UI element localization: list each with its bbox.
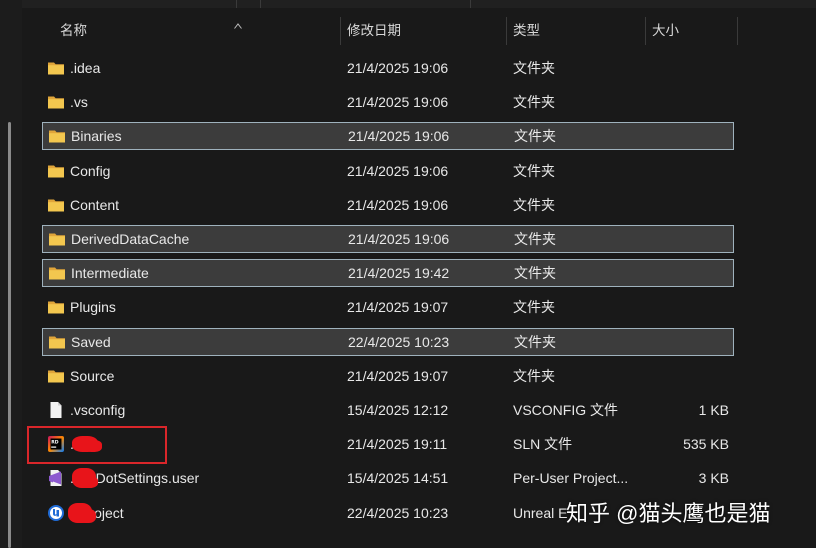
file-date: 21/4/2025 19:06: [347, 162, 449, 179]
file-date: 21/4/2025 19:06: [348, 128, 450, 145]
file-name: Config: [70, 162, 111, 179]
file-row[interactable]: Content 21/4/2025 19:06 文件夹: [42, 191, 734, 219]
file-row[interactable]: Saved 22/4/2025 10:23 文件夹: [42, 327, 734, 356]
column-header-type[interactable]: 类型: [513, 17, 540, 45]
file-date: 21/4/2025 19:06: [347, 196, 449, 213]
file-date: 22/4/2025 10:23: [348, 333, 450, 350]
file-size: [643, 259, 730, 287]
file-date: 21/4/2025 19:06: [348, 231, 450, 247]
file-size: [642, 362, 729, 390]
file-type: 文件夹: [514, 265, 556, 282]
file-size: [643, 225, 730, 253]
file-row[interactable]: .vs 21/4/2025 19:06 文件夹: [42, 88, 734, 116]
file-row[interactable]: Config 21/4/2025 19:06 文件夹: [42, 157, 734, 185]
file-size: [642, 293, 729, 321]
file-name: .idea: [70, 60, 101, 76]
file-row[interactable]: Plugins 21/4/2025 19:07 文件夹: [42, 293, 734, 321]
toolbar-divider: [470, 0, 471, 8]
sort-ascending-icon: [234, 23, 242, 29]
scrollbar-thumb[interactable]: [8, 122, 11, 548]
folder-icon: [48, 127, 66, 145]
folder-icon: [48, 333, 66, 351]
file-date: 21/4/2025 19:07: [347, 367, 449, 384]
watermark: 知乎 @猫头鹰也是猫: [566, 501, 771, 526]
file-name: .vsconfig: [70, 402, 126, 418]
file-size: [643, 328, 730, 356]
file-date: 15/4/2025 14:51: [347, 470, 449, 487]
toolbar-divider: [260, 0, 261, 8]
file-type: VSCONFIG 文件: [513, 402, 619, 418]
file-size: [642, 54, 729, 82]
file-row[interactable]: DerivedDataCache 21/4/2025 19:06 文件夹: [42, 225, 734, 253]
file-type: 文件夹: [513, 94, 555, 111]
file-type: 文件夹: [514, 128, 556, 145]
folder-icon: [47, 59, 65, 77]
file-size: [642, 157, 729, 185]
file-name: Content: [70, 196, 120, 213]
redaction-mark: [78, 476, 98, 489]
file-type: 文件夹: [513, 60, 555, 76]
file-date: 15/4/2025 12:12: [347, 402, 449, 418]
file-name: .vs: [70, 94, 88, 111]
file-name: Saved: [71, 333, 111, 350]
file-size: [642, 191, 729, 219]
file-type: 文件夹: [513, 299, 555, 316]
file-row[interactable]: .vsconfig 15/4/2025 12:12 VSCONFIG 文件 1 KB: [42, 396, 734, 424]
file-row[interactable]: Source 21/4/2025 19:07 文件夹: [42, 362, 734, 390]
unreal-engine-icon: [47, 504, 65, 522]
top-toolbar-strip: [0, 0, 816, 8]
column-header-name[interactable]: 名称: [60, 17, 87, 45]
column-header: 名称 修改日期 类型 大小: [42, 17, 738, 45]
file-type: SLN 文件: [513, 436, 573, 453]
file-type: 文件夹: [513, 162, 555, 179]
file-date: 22/4/2025 10:23: [347, 504, 449, 521]
file-row[interactable]: Binaries 21/4/2025 19:06 文件夹: [42, 122, 734, 151]
file-date: 21/4/2025 19:06: [347, 94, 449, 111]
file-type: 文件夹: [514, 231, 556, 247]
file-size: [643, 122, 730, 150]
file-size: 535 KB: [683, 436, 729, 453]
column-header-size[interactable]: 大小: [652, 17, 679, 45]
folder-icon: [48, 230, 66, 248]
column-header-date[interactable]: 修改日期: [347, 17, 401, 45]
file-name: Source: [70, 367, 115, 384]
file-name: Binaries: [71, 128, 122, 145]
column-divider[interactable]: [506, 17, 507, 45]
folder-icon: [47, 298, 65, 316]
file-row[interactable]: Intermediate 21/4/2025 19:42 文件夹: [42, 259, 734, 288]
file-size: 1 KB: [698, 402, 729, 418]
folder-icon: [47, 196, 65, 214]
file-date: 21/4/2025 19:06: [347, 60, 449, 76]
file-date: 21/4/2025 19:07: [347, 299, 449, 316]
file-name: DerivedDataCache: [71, 231, 190, 247]
file-name: Plugins: [70, 299, 116, 316]
file-row[interactable]: .idea 21/4/2025 19:06 文件夹: [42, 54, 734, 82]
file-type: 文件夹: [513, 367, 555, 384]
file-date: 21/4/2025 19:42: [348, 265, 450, 282]
toolbar-divider: [236, 0, 237, 8]
file-size: [642, 88, 729, 116]
file-date: 21/4/2025 19:11: [347, 436, 448, 453]
visual-studio-settings-icon: [47, 469, 65, 487]
redaction-mark: [84, 440, 102, 453]
redaction-mark: [78, 508, 96, 523]
file-size: 3 KB: [698, 470, 729, 487]
folder-icon: [47, 367, 65, 385]
file-type: Unreal E: [513, 504, 568, 521]
file-row[interactable]: .sln.DotSettings.user 15/4/2025 14:51 Per-…: [42, 464, 734, 492]
file-type: 文件夹: [514, 333, 556, 350]
file-name: Intermediate: [71, 265, 149, 282]
file-type: Per-User Project...: [513, 470, 629, 487]
folder-icon: [47, 93, 65, 111]
column-divider[interactable]: [340, 17, 341, 45]
column-divider[interactable]: [737, 17, 738, 45]
folder-icon: [48, 264, 66, 282]
column-divider[interactable]: [645, 17, 646, 45]
file-type: 文件夹: [513, 196, 555, 213]
vertical-scrollbar[interactable]: [0, 0, 22, 548]
folder-icon: [47, 162, 65, 180]
document-icon: [47, 401, 65, 419]
